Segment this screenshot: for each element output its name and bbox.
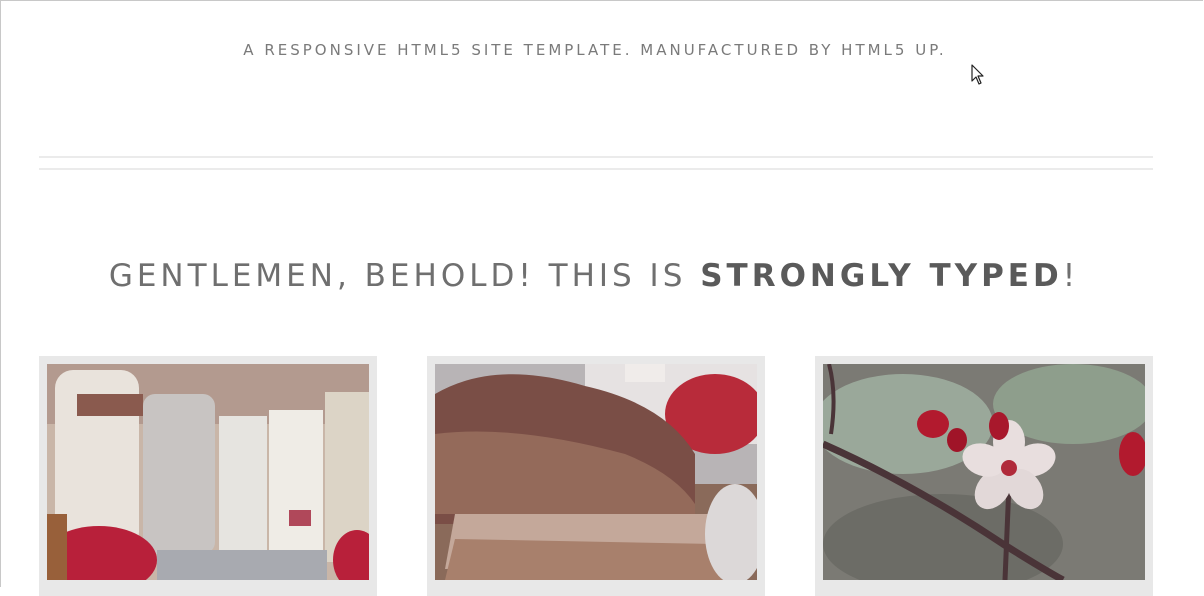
banner-heading: GENTLEMEN, BEHOLD! THIS IS STRONGLY TYPE… [0,258,1188,294]
cherry-blossom-image[interactable] [823,364,1145,580]
books-image[interactable] [47,364,369,580]
feature-card-1[interactable] [39,356,377,596]
site-tagline: A responsive HTML5 site template. Manufa… [243,41,947,59]
header-divider-top [39,156,1153,158]
header-divider-bottom [39,168,1153,170]
banner-emphasis: STRONGLY TYPED [700,258,1063,294]
banner-suffix: ! [1062,258,1080,294]
banner-prefix: GENTLEMEN, BEHOLD! THIS IS [108,258,701,294]
feature-card-2[interactable] [427,356,765,596]
mouse-cursor-icon [971,64,985,90]
feature-card-3[interactable] [815,356,1153,596]
chocolate-toast-image[interactable] [435,364,757,580]
